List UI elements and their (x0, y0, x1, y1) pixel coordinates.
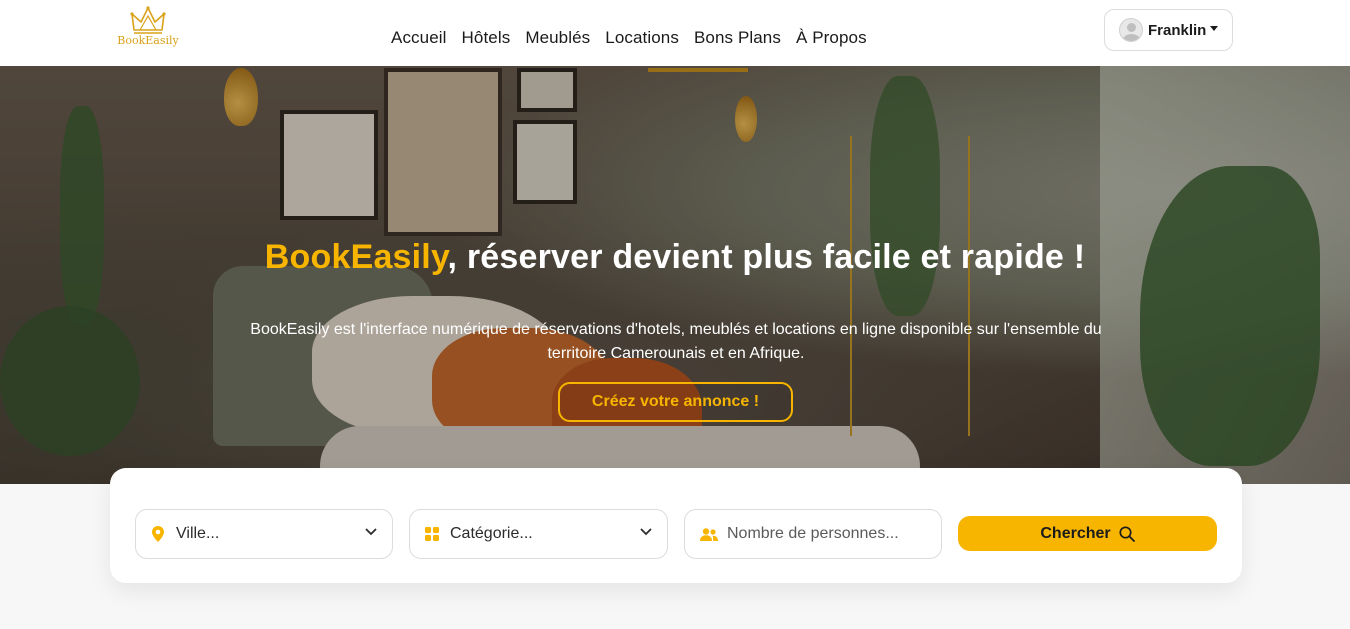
caret-down-icon (1210, 26, 1219, 31)
hero-description: BookEasily est l'interface numérique de … (250, 321, 1102, 362)
map-pin-icon (151, 526, 165, 542)
nav-a-propos[interactable]: À Propos (796, 28, 867, 48)
hero-banner: BookEasily, réserver devient plus facile… (0, 66, 1350, 484)
create-listing-button[interactable]: Créez votre annonce ! (558, 382, 793, 422)
search-button-label: Chercher (1040, 524, 1111, 542)
chevron-down-icon (365, 528, 377, 536)
search-panel: Ville... Catégorie... Nombre de personne… (110, 468, 1242, 583)
users-icon (700, 526, 718, 542)
user-avatar-icon (1119, 18, 1143, 42)
category-select-value: Catégorie... (450, 525, 533, 542)
crown-logo-icon (130, 6, 166, 34)
city-select[interactable]: Ville... (135, 509, 393, 559)
city-select-value: Ville... (176, 525, 220, 542)
logo-text: BookEasily (117, 34, 179, 47)
search-icon (1119, 525, 1135, 542)
nav-meubles[interactable]: Meublés (525, 28, 590, 48)
search-button[interactable]: Chercher (958, 516, 1217, 551)
hero-title-rest: , réserver devient plus facile et rapide… (447, 238, 1086, 276)
brand-logo[interactable]: BookEasily (116, 6, 180, 58)
persons-input-placeholder: Nombre de personnes... (727, 525, 899, 542)
category-select[interactable]: Catégorie... (409, 509, 668, 559)
nav-locations[interactable]: Locations (605, 28, 679, 48)
user-name: Franklin (1148, 21, 1207, 39)
hero-title: BookEasily, réserver devient plus facile… (0, 238, 1350, 277)
persons-input[interactable]: Nombre de personnes... (684, 509, 942, 559)
nav-hotels[interactable]: Hôtels (462, 28, 511, 48)
user-menu-button[interactable]: Franklin (1104, 9, 1233, 51)
nav-accueil[interactable]: Accueil (391, 28, 447, 48)
main-nav: Accueil Hôtels Meublés Locations Bons Pl… (391, 28, 882, 48)
hero-title-brand: BookEasily (264, 238, 448, 276)
nav-bons-plans[interactable]: Bons Plans (694, 28, 781, 48)
grid-icon (425, 526, 439, 542)
chevron-down-icon (640, 528, 652, 536)
top-navbar: BookEasily Accueil Hôtels Meublés Locati… (0, 0, 1350, 66)
